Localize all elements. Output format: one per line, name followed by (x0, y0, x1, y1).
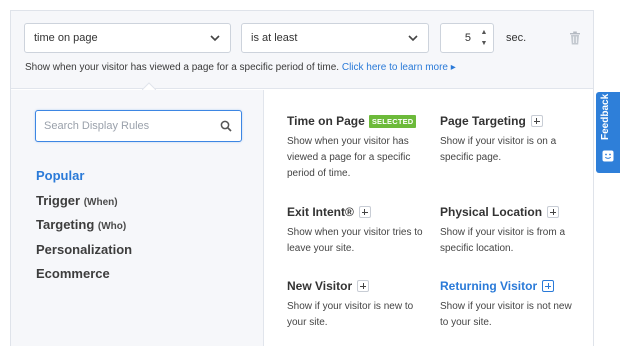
rule-description: Show when your visitor has viewed a page… (287, 136, 411, 179)
rule-option-physical-location[interactable]: Physical Location Show if your visitor i… (440, 203, 580, 257)
caret-pointer-icon (142, 82, 156, 90)
rule-description: Show if your visitor is on a specific pa… (440, 136, 557, 163)
category-sub: (When) (83, 196, 118, 208)
plus-icon[interactable] (542, 280, 555, 292)
learn-more-link[interactable]: Click here to learn more ▸ (342, 62, 456, 73)
category-sub: (Who) (97, 221, 127, 232)
chevron-down-icon (210, 35, 220, 42)
rule-title: Returning Visitor (440, 279, 538, 293)
rule-option-returning-visitor[interactable]: Returning Visitor Show if your visitor i… (440, 277, 580, 331)
rule-option-exit-intent[interactable]: Exit Intent® Show when your visitor trie… (287, 203, 427, 257)
rule-description: Show if your visitor is from a specific … (440, 227, 566, 254)
rule-help-text: Show when your visitor has viewed a page… (25, 62, 456, 73)
rule-option-page-targeting[interactable]: Page Targeting Show if your visitor is o… (440, 112, 580, 166)
stepper-arrows: ▲ ▼ (478, 27, 490, 49)
condition-select[interactable]: time on page (24, 23, 231, 53)
search-icon[interactable] (220, 120, 232, 132)
plus-icon[interactable] (358, 206, 371, 218)
trash-icon[interactable] (569, 31, 581, 45)
category-personalization[interactable]: Personalization (36, 242, 132, 267)
seconds-stepper[interactable]: 5 ▲ ▼ (440, 23, 494, 53)
rule-title: New Visitor (287, 279, 353, 293)
increment-icon[interactable]: ▲ (478, 27, 490, 38)
rule-title: Time on Page (287, 114, 365, 128)
feedback-tab[interactable]: Feedback (596, 92, 620, 173)
display-rules-panel: time on page is at least 5 ▲ ▼ sec. Show… (10, 10, 594, 346)
rule-option-time-on-page[interactable]: Time on Page SELECTED Show when your visi… (287, 112, 427, 182)
condition-select-value: time on page (34, 32, 98, 44)
category-list: Popular Trigger (When) Targeting (Who) P… (36, 168, 132, 291)
help-description: Show when your visitor has viewed a page… (25, 62, 340, 73)
rule-category-sidebar: Search Display Rules Popular Trigger (Wh… (11, 90, 264, 346)
rule-description: Show when your visitor tries to leave yo… (287, 227, 423, 254)
rule-description: Show if your visitor is not new to your … (440, 301, 572, 328)
rule-title: Physical Location (440, 205, 543, 219)
search-input[interactable]: Search Display Rules (35, 110, 242, 142)
plus-icon[interactable] (547, 206, 560, 218)
rule-condition-bar: time on page is at least 5 ▲ ▼ sec. Show… (11, 11, 593, 90)
selected-badge: SELECTED (368, 114, 417, 128)
plus-icon[interactable] (357, 280, 370, 292)
category-popular[interactable]: Popular (36, 168, 132, 193)
category-ecommerce[interactable]: Ecommerce (36, 266, 132, 291)
feedback-label: Feedback (600, 93, 611, 140)
operator-select-value: is at least (251, 32, 298, 44)
seconds-value: 5 (464, 32, 471, 44)
search-placeholder: Search Display Rules (44, 120, 150, 132)
rule-option-new-visitor[interactable]: New Visitor Show if your visitor is new … (287, 277, 427, 331)
unit-label: sec. (506, 32, 527, 44)
decrement-icon[interactable]: ▼ (478, 38, 490, 49)
rule-description: Show if your visitor is new to your site… (287, 301, 414, 328)
smiley-icon (602, 150, 614, 162)
rule-title: Exit Intent® (287, 205, 354, 219)
category-targeting[interactable]: Targeting (Who) (36, 217, 132, 242)
chevron-down-icon (408, 35, 418, 42)
operator-select[interactable]: is at least (241, 23, 429, 53)
plus-icon[interactable] (530, 115, 543, 127)
rule-title: Page Targeting (440, 114, 526, 128)
category-trigger[interactable]: Trigger (When) (36, 193, 132, 218)
